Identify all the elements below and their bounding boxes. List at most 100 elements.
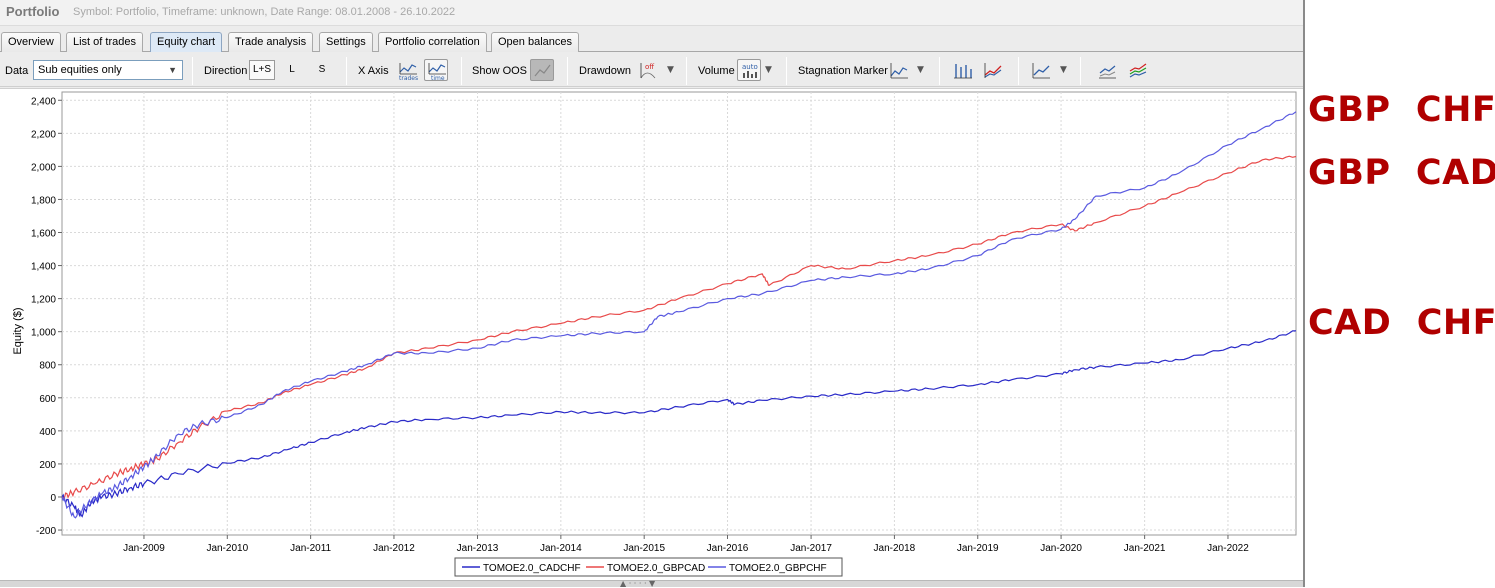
chart-legend: TOMOE2.0_CADCHF TOMOE2.0_GBPCAD TOMOE2.0_G… <box>454 557 843 577</box>
x-tick-label: Jan-2009 <box>123 543 165 554</box>
multi-series-button[interactable] <box>1125 59 1149 81</box>
equity-line-icon <box>1032 63 1050 79</box>
window-subtitle: Symbol: Portfolio, Timeframe: unknown, D… <box>73 6 456 18</box>
toolbar-separator <box>1018 57 1019 85</box>
toolbar-separator <box>567 57 568 85</box>
x-tick-label: Jan-2012 <box>373 543 415 554</box>
tab-overview[interactable]: Overview <box>1 32 61 52</box>
data-select[interactable]: Sub equities only ▼ <box>33 60 183 80</box>
bar-chart-icon <box>954 64 972 79</box>
x-tick-label: Jan-2016 <box>707 543 749 554</box>
toolbar-separator <box>1080 57 1081 85</box>
x-tick-label: Jan-2021 <box>1124 543 1166 554</box>
time-axis-icon: time <box>428 63 446 80</box>
tab-equity-chart[interactable]: Equity chart <box>150 32 223 52</box>
drawdown-label: Drawdown <box>579 65 631 77</box>
time-axis-caption: time <box>431 75 445 80</box>
y-tick-label: 800 <box>39 361 56 372</box>
trades-axis-icon: trades <box>399 63 418 80</box>
trades-axis-caption: trades <box>399 75 418 80</box>
y-tick-label: 1,800 <box>31 195 56 206</box>
x-tick-label: Jan-2019 <box>957 543 999 554</box>
y-tick-label: 1,400 <box>31 262 56 273</box>
x-axis-time-button[interactable]: time <box>424 59 448 81</box>
y-tick-label: 1,000 <box>31 328 56 339</box>
portfolio-window: Portfolio Symbol: Portfolio, Timeframe: … <box>0 0 1305 588</box>
title-bar: Portfolio Symbol: Portfolio, Timeframe: … <box>0 0 1303 26</box>
multi-series-icon <box>1129 63 1147 78</box>
chevron-down-icon[interactable]: ▼ <box>667 65 674 75</box>
direction-ls-button[interactable]: L+S <box>249 60 275 80</box>
tab-trade-analysis[interactable]: Trade analysis <box>228 32 314 52</box>
direction-short-button[interactable]: S <box>311 60 333 80</box>
bar-chart-button[interactable] <box>950 59 974 81</box>
chevron-down-icon[interactable]: ▼ <box>917 65 924 75</box>
y-tick-label: -200 <box>36 526 56 537</box>
chevron-down-icon[interactable]: ▼ <box>1060 65 1067 75</box>
equity-chart-panel: -200 0 200 400 600 800 1,000 1,200 1,400 1,600 1,8… <box>0 88 1303 580</box>
tab-open-balances[interactable]: Open balances <box>491 32 579 52</box>
x-tick-label: Jan-2020 <box>1040 543 1082 554</box>
tab-settings[interactable]: Settings <box>319 32 373 52</box>
x-tick-label: Jan-2011 <box>290 543 331 554</box>
x-axis-label: X Axis <box>358 65 389 77</box>
x-tick-label: Jan-2018 <box>874 543 916 554</box>
toolbar-separator <box>786 57 787 85</box>
tab-bar: Overview List of trades Equity chart Tra… <box>0 31 1303 52</box>
y-tick-label: 2,400 <box>31 96 56 107</box>
x-tick-label: Jan-2014 <box>540 543 582 554</box>
y-tick-label: 0 <box>50 493 56 504</box>
x-tick-label: Jan-2022 <box>1207 543 1249 554</box>
equity-line-button[interactable] <box>1028 59 1052 81</box>
toolbar-separator <box>346 57 347 85</box>
data-label: Data <box>5 65 29 77</box>
volume-caption: auto <box>742 63 758 71</box>
show-oos-label: Show OOS <box>472 65 528 77</box>
annotation-gbp-cad: GBP CAD <box>1308 153 1495 193</box>
tab-portfolio-correlation[interactable]: Portfolio correlation <box>378 32 487 52</box>
y-tick-label: 600 <box>39 394 56 405</box>
x-tick-label: Jan-2015 <box>623 543 665 554</box>
show-oos-toggle[interactable] <box>530 59 554 81</box>
drawdown-icon: off <box>640 63 656 79</box>
annotation-gbp-chf: GBP CHF <box>1308 90 1495 130</box>
drawdown-caption: off <box>645 63 654 71</box>
direction-long-button[interactable]: L <box>281 60 303 80</box>
compare-icon <box>1099 65 1116 79</box>
chevron-down-icon: ▼ <box>168 65 177 75</box>
volume-button[interactable]: auto <box>737 59 761 81</box>
equity-chart: -200 0 200 400 600 800 1,000 1,200 1,400 1,600 1,8… <box>12 91 1297 577</box>
stagnation-marker-label: Stagnation Marker <box>798 65 888 77</box>
annotation-cad-chf: CAD CHF <box>1308 303 1495 343</box>
stagnation-icon <box>890 63 908 79</box>
chart-toolbar: Data Sub equities only ▼ Direction L+S L… <box>0 53 1303 87</box>
direction-label: Direction <box>204 65 248 77</box>
volume-label: Volume <box>698 65 735 77</box>
line-chart-icon <box>984 63 1002 78</box>
toolbar-separator <box>686 57 687 85</box>
y-tick-label: 400 <box>39 427 56 438</box>
tab-list-of-trades[interactable]: List of trades <box>66 32 143 52</box>
y-tick-label: 1,600 <box>31 229 56 240</box>
compare-button[interactable] <box>1094 59 1118 81</box>
y-tick-label: 200 <box>39 460 56 471</box>
stagnation-marker-button[interactable] <box>886 59 910 81</box>
x-tick-label: Jan-2017 <box>790 543 832 554</box>
toolbar-separator <box>939 57 940 85</box>
bottom-splitter[interactable]: ▲ · · · · ▼ <box>0 579 1303 588</box>
legend-entry: TOMOE2.0_GBPCHF <box>729 563 827 574</box>
volume-icon: auto <box>742 63 758 78</box>
y-tick-label: 2,000 <box>31 162 56 173</box>
drawdown-button[interactable]: off <box>636 59 660 81</box>
x-tick-label: Jan-2010 <box>206 543 248 554</box>
y-axis-label: Equity ($) <box>12 307 24 354</box>
y-tick-label: 2,200 <box>31 129 56 140</box>
y-tick-label: 1,200 <box>31 295 56 306</box>
window-title: Portfolio <box>6 4 60 19</box>
x-axis-trades-button[interactable]: trades <box>395 59 419 81</box>
x-tick-label: Jan-2013 <box>457 543 499 554</box>
line-chart-button[interactable] <box>980 59 1004 81</box>
legend-entry: TOMOE2.0_GBPCAD <box>607 563 705 574</box>
chevron-down-icon[interactable]: ▼ <box>765 65 772 75</box>
toolbar-separator <box>461 57 462 85</box>
